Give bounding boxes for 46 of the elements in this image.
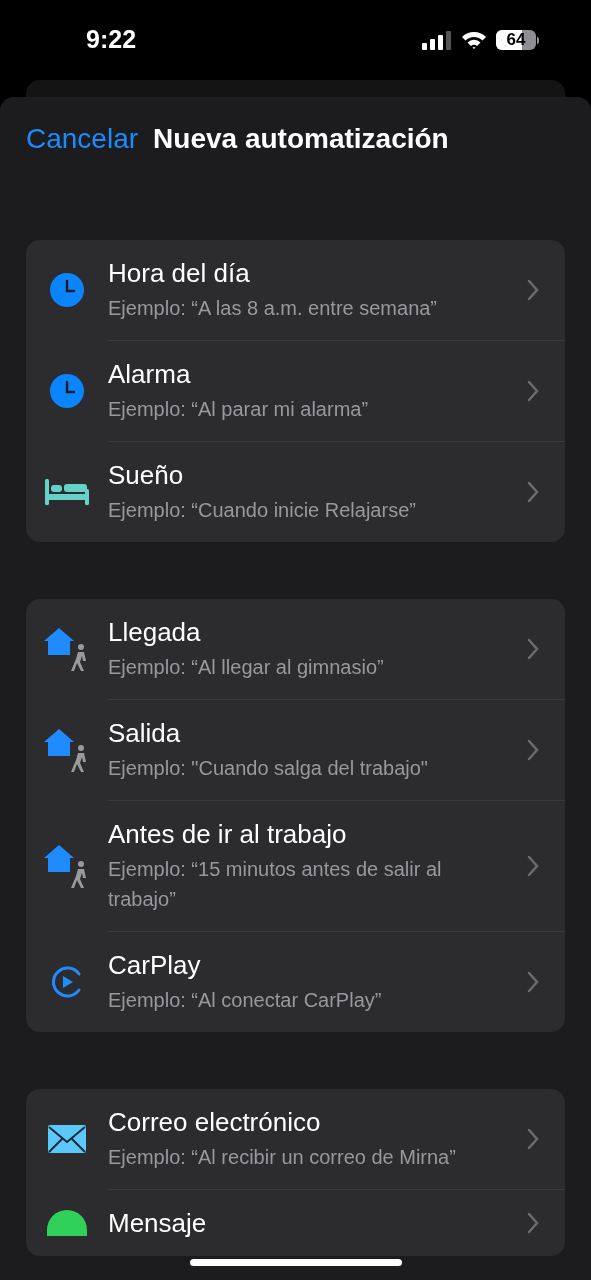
trigger-row[interactable]: Sueño Ejemplo: “Cuando inicie Relajarse” (26, 441, 565, 542)
cancel-button[interactable]: Cancelar (26, 118, 139, 160)
trigger-example: Ejemplo: “Al llegar al gimnasio” (108, 655, 385, 680)
trigger-row[interactable]: Llegada Ejemplo: “Al llegar al gimnasio” (26, 599, 565, 699)
trigger-title: Mensaje (108, 1207, 208, 1239)
trigger-title: Hora del día (108, 257, 251, 289)
chevron-icon (527, 739, 539, 761)
trigger-example: Ejemplo: "Cuando salga del trabajo" (108, 756, 429, 781)
trigger-row[interactable]: Salida Ejemplo: "Cuando salga del trabajo" (26, 699, 565, 800)
clock-icon (50, 373, 84, 408)
chevron-icon (527, 1212, 539, 1234)
trigger-example: Ejemplo: “Al conectar CarPlay” (108, 988, 383, 1013)
trigger-row[interactable]: Hora del día Ejemplo: “A las 8 a.m. entre semana” (26, 240, 565, 340)
trigger-example: Ejemplo: “Cuando inicie Relajarse” (108, 498, 417, 523)
trigger-example: Ejemplo: “15 minutos antes de salir al trabajo” (108, 857, 443, 912)
chevron-icon (527, 279, 539, 301)
trigger-title: Salida (108, 717, 182, 749)
chevron-icon (527, 1128, 539, 1150)
sheet-title: Nueva automatización (153, 122, 449, 156)
trigger-example: Ejemplo: “Al parar mi alarma” (108, 397, 370, 422)
trigger-row[interactable]: Alarma Ejemplo: “Al parar mi alarma” (26, 340, 565, 441)
trigger-title: CarPlay (108, 949, 202, 981)
trigger-title: Alarma (108, 358, 192, 390)
chevron-icon (527, 638, 539, 660)
clock-time: 9:22 (86, 24, 137, 56)
trigger-example: Ejemplo: “A las 8 a.m. entre semana” (108, 296, 439, 321)
wifi-icon (460, 30, 488, 50)
chevron-icon (527, 481, 539, 503)
signal-icon (422, 30, 452, 50)
chevron-icon (527, 855, 539, 877)
trigger-title: Correo electrónico (108, 1106, 322, 1138)
message-icon (47, 1209, 87, 1236)
chevron-icon (527, 380, 539, 402)
trigger-row[interactable]: CarPlay Ejemplo: “Al conectar CarPlay” (26, 931, 565, 1032)
clock-icon (50, 273, 84, 307)
trigger-row[interactable]: Antes de ir al trabajo Ejemplo: “15 minutos antes de salir al trabajo” (26, 800, 565, 931)
bed-icon (44, 476, 90, 507)
envelope-icon (47, 1124, 87, 1154)
battery-icon: 64 (496, 30, 539, 50)
trigger-row[interactable]: Correo electrónico Ejemplo: “Al recibir un correo de Mirna” (26, 1089, 565, 1189)
trigger-row[interactable]: Mensaje (26, 1189, 565, 1256)
trigger-title: Sueño (108, 459, 185, 491)
trigger-example: Ejemplo: “Al recibir un correo de Mirna” (108, 1145, 457, 1170)
chevron-icon (527, 971, 539, 993)
trigger-title: Llegada (108, 616, 202, 648)
trigger-title: Antes de ir al trabajo (108, 818, 348, 850)
